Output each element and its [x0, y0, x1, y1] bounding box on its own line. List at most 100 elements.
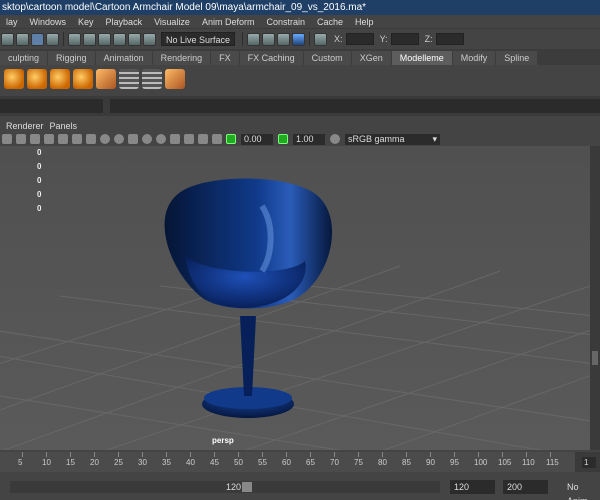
- snap-grid-icon[interactable]: [68, 32, 81, 46]
- lights-icon[interactable]: [142, 134, 152, 144]
- timeline-tick: [454, 452, 455, 457]
- mesh-tool-icon[interactable]: [142, 69, 162, 89]
- backface-icon[interactable]: [212, 134, 222, 144]
- menu-cache[interactable]: Cache: [311, 15, 349, 28]
- shelf-tab-rendering[interactable]: Rendering: [152, 51, 211, 65]
- shelf-tab-animation[interactable]: Animation: [95, 51, 152, 65]
- isolate-icon[interactable]: [170, 134, 180, 144]
- playback-end-field[interactable]: 120: [450, 480, 495, 494]
- color-space-dropdown[interactable]: sRGB gamma ▾: [345, 133, 440, 145]
- timeline-tick: [478, 452, 479, 457]
- snap-point-icon[interactable]: [98, 32, 111, 46]
- selection-mask-icon[interactable]: [46, 32, 59, 46]
- grid-icon[interactable]: [58, 134, 68, 144]
- render-view-icon[interactable]: [247, 32, 261, 46]
- torus-tool-icon[interactable]: [27, 69, 47, 89]
- tool-field-right[interactable]: [110, 99, 600, 113]
- sphere-tool-icon[interactable]: [4, 69, 24, 89]
- menu-help[interactable]: Help: [349, 15, 380, 28]
- shelf: [0, 65, 600, 93]
- shelf-tab-fx-caching[interactable]: FX Caching: [239, 51, 303, 65]
- z-coord-field[interactable]: [435, 33, 464, 45]
- tool-field-left[interactable]: [0, 99, 103, 113]
- camera-icon[interactable]: [314, 32, 328, 46]
- gamma-field[interactable]: 1.00: [293, 133, 325, 145]
- exposure-field[interactable]: 0.00: [241, 133, 273, 145]
- x-coord-field[interactable]: [345, 33, 374, 45]
- time-slider[interactable]: 5 10 15 20 25 30 35 40 45 50 55 60 65 70 75 80 85 90 95 100…: [0, 452, 600, 472]
- separator: [309, 32, 311, 46]
- timeline-tick: [94, 452, 95, 457]
- time-slider-track[interactable]: 5 10 15 20 25 30 35 40 45 50 55 60 65 70 75 80 85 90 95 100…: [0, 452, 575, 472]
- color-management-icon[interactable]: [330, 134, 340, 144]
- panel-menu-renderer[interactable]: Renderer: [0, 121, 47, 131]
- resolution-gate-icon[interactable]: [86, 134, 96, 144]
- timeline-tick: [310, 452, 311, 457]
- bookmark-icon[interactable]: [30, 134, 40, 144]
- select-camera-icon[interactable]: [2, 134, 12, 144]
- select-component-icon[interactable]: [31, 32, 44, 46]
- ipr-render-icon[interactable]: [277, 32, 291, 46]
- select-hierarchy-icon[interactable]: [1, 32, 14, 46]
- cylinder-tool-icon[interactable]: [73, 69, 93, 89]
- render-settings-icon[interactable]: [292, 32, 306, 46]
- grid-tool-icon[interactable]: [119, 69, 139, 89]
- snap-live-icon[interactable]: [128, 32, 141, 46]
- x-coord-label: X:: [334, 34, 343, 44]
- main-menu-bar: lay Windows Key Playback Visualize Anim …: [0, 15, 600, 29]
- timeline-tick-label: 95: [450, 458, 459, 467]
- range-slider[interactable]: 120: [10, 481, 440, 493]
- menu-anim-deform[interactable]: Anim Deform: [196, 15, 261, 28]
- chevron-down-icon: ▾: [432, 133, 437, 144]
- y-coord-field[interactable]: [390, 33, 419, 45]
- current-frame-field[interactable]: 1: [582, 457, 596, 468]
- gear-tool-icon[interactable]: [50, 69, 70, 89]
- timeline-tick: [166, 452, 167, 457]
- smooth-shade-icon[interactable]: [114, 134, 124, 144]
- exposure-icon[interactable]: [226, 134, 236, 144]
- image-plane-icon[interactable]: [44, 134, 54, 144]
- shelf-tab-xgen[interactable]: XGen: [351, 51, 391, 65]
- magnet-icon[interactable]: [143, 32, 156, 46]
- wireframe-icon[interactable]: [100, 134, 110, 144]
- shelf-tab-sculpting[interactable]: culpting: [0, 51, 48, 65]
- menu-playback[interactable]: Playback: [100, 15, 149, 28]
- xray-joints-icon[interactable]: [198, 134, 208, 144]
- shelf-tab-rigging[interactable]: Rigging: [48, 51, 95, 65]
- shelf-tab-fx[interactable]: FX: [211, 51, 239, 65]
- viewport-scrollbar[interactable]: [590, 146, 600, 450]
- range-slider-handle[interactable]: [242, 482, 252, 492]
- xray-icon[interactable]: [184, 134, 194, 144]
- shelf-tab-modify[interactable]: Modify: [452, 51, 496, 65]
- tool-settings-bar: [0, 96, 600, 116]
- gamma-icon[interactable]: [278, 134, 288, 144]
- menu-display[interactable]: lay: [0, 15, 24, 28]
- render-frame-icon[interactable]: [262, 32, 276, 46]
- live-surface-field[interactable]: No Live Surface: [161, 32, 236, 46]
- cube-tool-icon[interactable]: [165, 69, 185, 89]
- menu-windows[interactable]: Windows: [24, 15, 73, 28]
- timeline-tick-label: 105: [498, 458, 512, 467]
- film-gate-icon[interactable]: [72, 134, 82, 144]
- shelf-tab-spline[interactable]: Spline: [496, 51, 538, 65]
- textured-icon[interactable]: [128, 134, 138, 144]
- shelf-tab-custom[interactable]: Custom: [303, 51, 351, 65]
- menu-constrain[interactable]: Constrain: [260, 15, 311, 28]
- animation-end-field[interactable]: 200: [503, 480, 548, 494]
- timeline-tick: [286, 452, 287, 457]
- plane-tool-icon[interactable]: [96, 69, 116, 89]
- timeline-tick-label: 85: [402, 458, 411, 467]
- snap-view-plane-icon[interactable]: [113, 32, 126, 46]
- timeline-tick-label: 110: [522, 458, 535, 467]
- panel-menu-panels[interactable]: Panels: [47, 121, 81, 131]
- menu-visualize[interactable]: Visualize: [148, 15, 196, 28]
- snap-curve-icon[interactable]: [83, 32, 96, 46]
- timeline-tick-label: 50: [234, 458, 243, 467]
- menu-key[interactable]: Key: [72, 15, 100, 28]
- select-object-icon[interactable]: [16, 32, 29, 46]
- scrollbar-thumb[interactable]: [592, 351, 598, 365]
- shelf-tab-modelleme[interactable]: Modelleme: [391, 51, 452, 65]
- shadows-icon[interactable]: [156, 134, 166, 144]
- 3d-viewport[interactable]: 0 0 0 0 0 persp: [0, 146, 590, 450]
- camera-attributes-icon[interactable]: [16, 134, 26, 144]
